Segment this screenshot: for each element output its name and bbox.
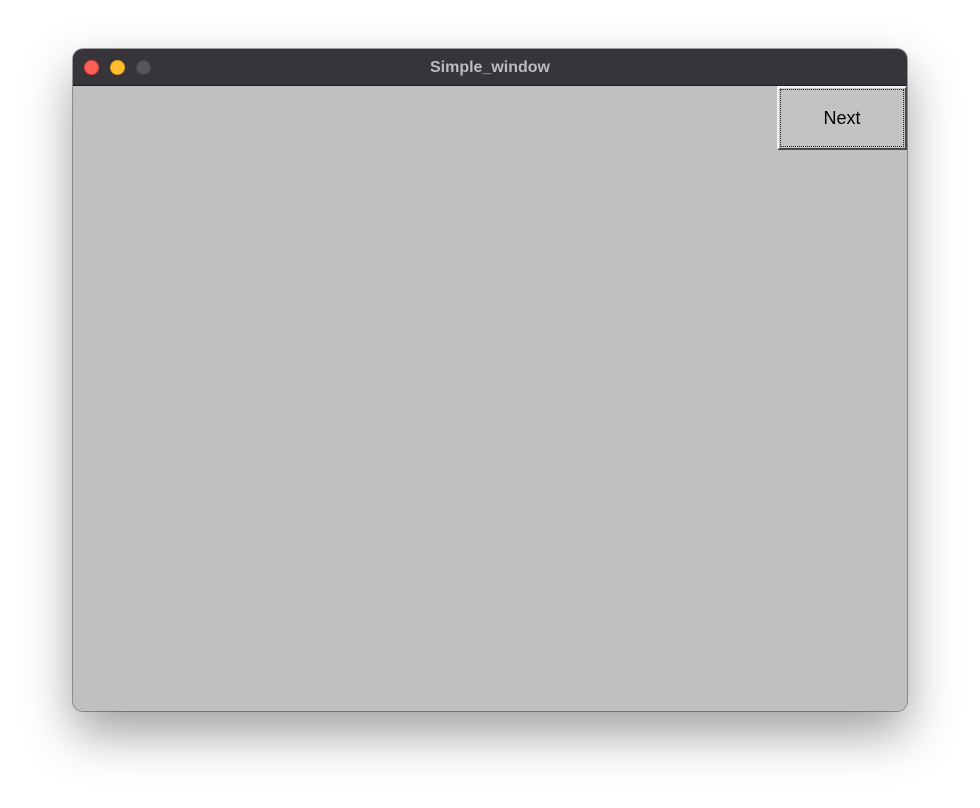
window-title: Simple_window bbox=[429, 59, 550, 76]
next-button-label: Next bbox=[823, 107, 861, 128]
window-content: Next bbox=[73, 86, 907, 711]
app-window: Simple_window Next bbox=[73, 49, 907, 711]
title-bar[interactable]: Simple_window bbox=[73, 49, 907, 86]
next-button[interactable]: Next bbox=[777, 86, 907, 150]
